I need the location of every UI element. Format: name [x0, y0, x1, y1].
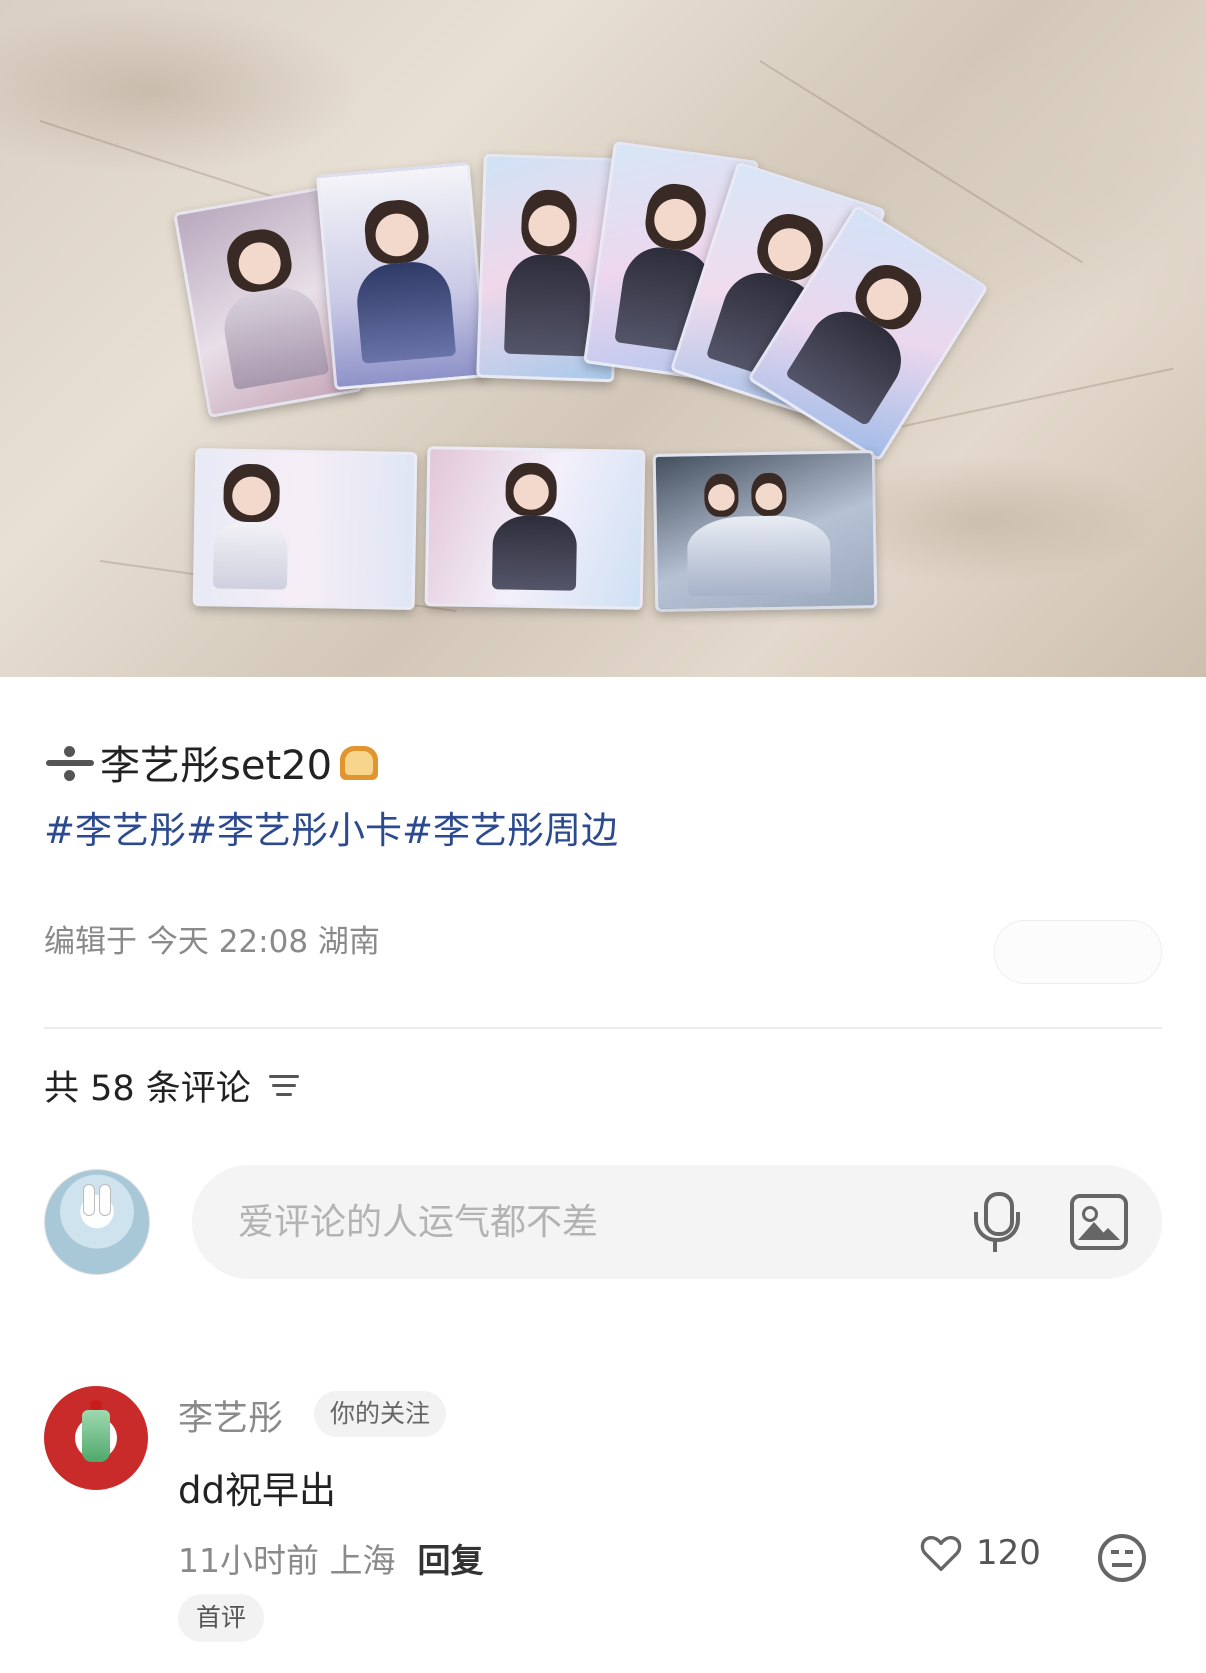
comment-input-box[interactable]: [192, 1165, 1162, 1279]
divide-icon: [44, 742, 96, 782]
commenter-name[interactable]: 李艺彤: [178, 1390, 283, 1441]
emoji-icon[interactable]: [1098, 1534, 1146, 1582]
comment-count: 共 58 条评论: [44, 1069, 251, 1109]
comment-time-location: 11小时前 上海: [178, 1541, 396, 1580]
first-comment-badge: 首评: [178, 1594, 265, 1642]
post-title-text: 李艺彤set20: [100, 743, 333, 789]
comment-meta: 11小时前 上海 回复: [178, 1534, 483, 1582]
comment-input[interactable]: [236, 1191, 970, 1253]
bread-icon: [336, 742, 382, 782]
my-avatar[interactable]: [44, 1169, 150, 1275]
comment-text: dd祝早出: [178, 1469, 336, 1512]
following-badge: 你的关注: [314, 1391, 447, 1437]
like-count: 120: [976, 1533, 1041, 1573]
heart-icon[interactable]: [918, 1530, 964, 1576]
photocard: [192, 448, 418, 610]
meta-action-pill[interactable]: [994, 920, 1162, 984]
post-tags[interactable]: #李艺彤#李艺彤小卡#李艺彤周边: [44, 800, 1162, 854]
post-title: 李艺彤set20: [44, 733, 1162, 791]
divider: [44, 1027, 1162, 1029]
photocard: [652, 450, 878, 612]
post-photo[interactable]: [0, 0, 1206, 677]
photocard: [424, 446, 646, 610]
mic-icon[interactable]: [970, 1190, 1022, 1254]
reply-button[interactable]: 回复: [417, 1534, 483, 1582]
like-button[interactable]: 120: [918, 1530, 1041, 1576]
comment-count-header[interactable]: 共 58 条评论: [44, 1060, 1162, 1111]
photocard: [315, 161, 489, 391]
sort-icon[interactable]: [268, 1075, 299, 1096]
image-icon[interactable]: [1070, 1194, 1128, 1250]
commenter-avatar[interactable]: [44, 1386, 148, 1490]
